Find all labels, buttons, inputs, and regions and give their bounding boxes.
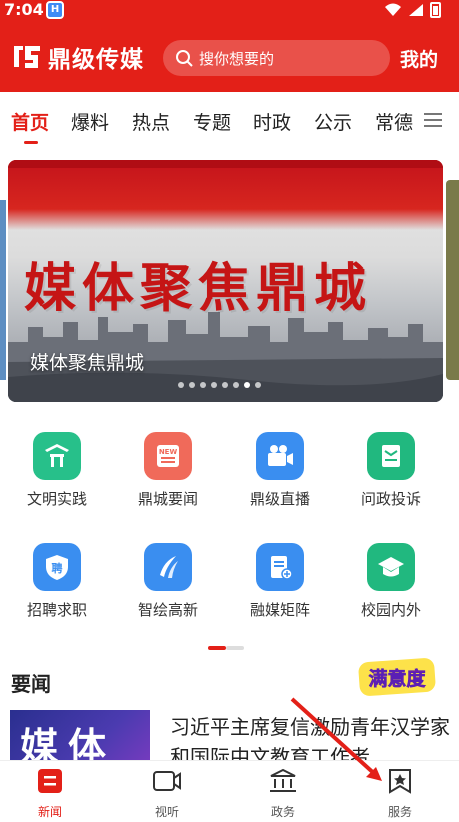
status-time: 7:04 bbox=[4, 0, 44, 19]
grid-item-hitech[interactable]: 智绘高新 bbox=[118, 543, 218, 620]
campus-icon bbox=[367, 543, 415, 591]
carousel-dot[interactable] bbox=[233, 382, 239, 388]
video-nav-icon bbox=[153, 771, 181, 791]
bottom-nav: 新闻 视听 政务 服务 bbox=[0, 760, 459, 822]
search-bar[interactable]: 搜你想要的 bbox=[163, 40, 390, 76]
banner-title: 媒体聚焦鼎城 bbox=[24, 258, 373, 319]
nav-video[interactable]: 视听 bbox=[132, 767, 202, 820]
pager-inactive bbox=[226, 646, 244, 650]
active-tab-indicator bbox=[24, 141, 38, 144]
hitech-icon bbox=[144, 543, 192, 591]
carousel-dot[interactable] bbox=[211, 382, 217, 388]
grid-item-live[interactable]: 鼎级直播 bbox=[230, 432, 330, 509]
news-nav-icon bbox=[38, 769, 62, 793]
signal-icon bbox=[409, 4, 423, 16]
grid-label: 校园内外 bbox=[360, 601, 421, 619]
tab-special[interactable]: 专题 bbox=[193, 108, 231, 135]
grid-label: 智绘高新 bbox=[137, 601, 198, 619]
banner-carousel[interactable]: 媒体聚焦鼎城 媒体聚焦鼎城 bbox=[8, 160, 443, 402]
grid-item-campus[interactable]: 校园内外 bbox=[341, 543, 441, 620]
carousel-dot-active[interactable] bbox=[244, 382, 250, 388]
carousel-dot[interactable] bbox=[178, 382, 184, 388]
carousel-dot[interactable] bbox=[255, 382, 261, 388]
logo-mark-icon bbox=[14, 46, 40, 68]
status-bar: 7:04 H bbox=[0, 0, 459, 22]
svg-text:NEW: NEW bbox=[159, 448, 178, 456]
section-title: 要闻 bbox=[11, 672, 51, 696]
recruit-icon: 聘 bbox=[33, 543, 81, 591]
menu-icon[interactable] bbox=[424, 112, 442, 128]
civilization-icon bbox=[33, 432, 81, 480]
live-icon bbox=[256, 432, 304, 480]
grid-label: 招聘求职 bbox=[26, 601, 87, 619]
tab-baoliao[interactable]: 爆料 bbox=[71, 108, 109, 135]
tab-changde[interactable]: 常德 bbox=[375, 108, 413, 135]
nav-news[interactable]: 新闻 bbox=[15, 767, 85, 820]
app-logo[interactable]: 鼎级传媒 bbox=[12, 40, 144, 74]
grid-pager bbox=[208, 646, 244, 650]
tab-politics[interactable]: 时政 bbox=[253, 108, 291, 135]
tab-hotspot[interactable]: 热点 bbox=[132, 108, 170, 135]
grid-label: 文明实践 bbox=[26, 490, 87, 508]
nav-label: 新闻 bbox=[37, 805, 62, 819]
satisfaction-badge[interactable]: 满意度 bbox=[355, 656, 439, 698]
media-matrix-icon bbox=[256, 543, 304, 591]
my-button[interactable]: 我的 bbox=[400, 45, 438, 72]
banner-next-peek[interactable] bbox=[446, 180, 459, 380]
carousel-dots bbox=[178, 382, 261, 388]
app-header: 7:04 H 鼎级传媒 搜你想要的 我的 bbox=[0, 0, 459, 92]
banner-caption: 媒体聚焦鼎城 bbox=[30, 352, 145, 374]
grid-label: 问政投诉 bbox=[360, 490, 421, 508]
status-indicators bbox=[384, 2, 441, 18]
satisfaction-badge-text: 满意度 bbox=[368, 667, 426, 690]
nav-label: 服务 bbox=[387, 805, 412, 819]
grid-item-media-matrix[interactable]: 融媒矩阵 bbox=[230, 543, 330, 620]
pager-active bbox=[208, 646, 226, 650]
search-icon bbox=[176, 50, 193, 67]
nav-government[interactable]: 政务 bbox=[248, 767, 318, 820]
channel-tabs: 首页 爆料 热点 专题 时政 公示 常德 bbox=[0, 92, 459, 148]
nav-service[interactable]: 服务 bbox=[365, 767, 435, 820]
grid-item-civilization[interactable]: 文明实践 bbox=[7, 432, 107, 509]
service-nav-icon bbox=[389, 769, 411, 794]
carousel-dot[interactable] bbox=[189, 382, 195, 388]
government-nav-icon bbox=[270, 768, 296, 792]
news-icon: NEW bbox=[144, 432, 192, 480]
grid-label: 鼎级直播 bbox=[249, 490, 310, 508]
grid-label: 融媒矩阵 bbox=[249, 601, 310, 619]
svg-text:聘: 聘 bbox=[52, 561, 63, 575]
search-placeholder: 搜你想要的 bbox=[199, 49, 275, 68]
battery-icon bbox=[430, 2, 441, 18]
grid-item-recruit[interactable]: 聘 招聘求职 bbox=[7, 543, 107, 620]
app-notification-icon: H bbox=[46, 1, 64, 19]
tab-notice[interactable]: 公示 bbox=[314, 108, 352, 135]
carousel-dot[interactable] bbox=[200, 382, 206, 388]
nav-label: 视听 bbox=[154, 805, 179, 819]
wifi-icon bbox=[385, 3, 401, 16]
tab-home[interactable]: 首页 bbox=[11, 108, 49, 135]
grid-item-complaint[interactable]: 问政投诉 bbox=[341, 432, 441, 509]
carousel-dot[interactable] bbox=[222, 382, 228, 388]
grid-item-news[interactable]: NEW 鼎城要闻 bbox=[118, 432, 218, 509]
banner-prev-peek[interactable] bbox=[0, 200, 6, 380]
nav-label: 政务 bbox=[270, 805, 295, 819]
complaint-icon bbox=[367, 432, 415, 480]
logo-text: 鼎级传媒 bbox=[48, 47, 144, 73]
grid-label: 鼎城要闻 bbox=[137, 490, 198, 508]
